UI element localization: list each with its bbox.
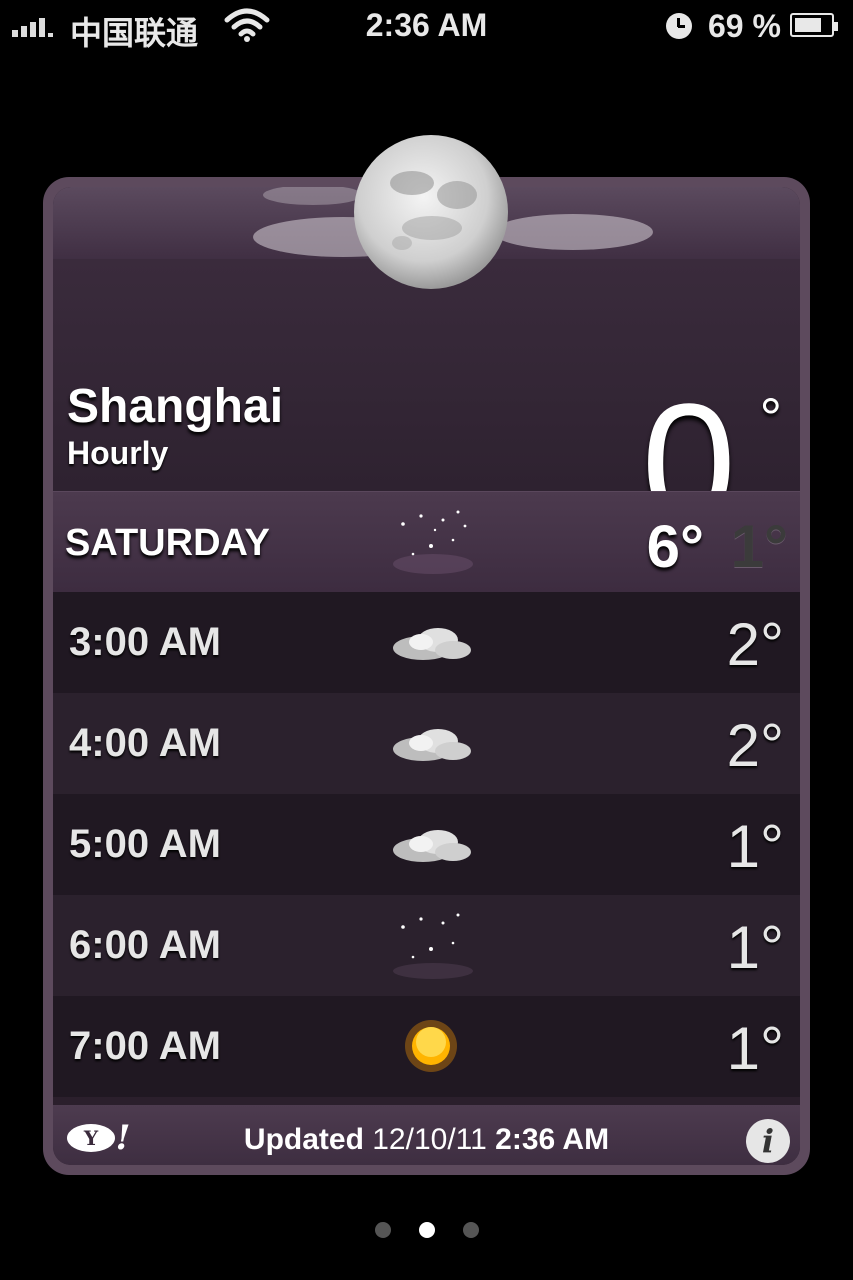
hour-time: 3:00 AM [69,620,221,664]
hour-row: 5:00 AM 1° [53,794,800,895]
updated-label: Updated [243,1123,364,1156]
clear-night-icon [383,909,483,981]
info-button[interactable]: i [746,1119,790,1163]
hour-time: 7:00 AM [69,1024,221,1068]
hour-time: 6:00 AM [69,923,221,967]
day-summary-row: SATURDAY 6° 1° [53,491,800,592]
city-header: Shanghai Hourly 0 ° [53,259,800,549]
sun-icon [383,1010,483,1082]
hour-temp: 1° [726,914,784,981]
page-indicator[interactable] [0,1222,853,1238]
hour-time: 4:00 AM [69,721,221,765]
updated-time: 2:36 AM [495,1123,610,1156]
hour-temp: 2° [726,611,784,678]
page-dot[interactable] [374,1222,391,1238]
degree-symbol: ° [759,386,782,449]
status-bar: 中国联通 2:36 AM 69 % [0,0,853,52]
day-high-temp: 6° [646,513,704,580]
weather-card-body: Shanghai Hourly 0 ° SATURDAY 6° 1° 3:00 … [53,187,800,1165]
forecast-mode-label: Hourly [67,435,169,471]
city-name: Shanghai [67,380,284,433]
page-dot-active[interactable] [418,1222,435,1238]
hour-row: 7:00 AM 1° [53,996,800,1097]
clear-night-icon [383,506,483,578]
alarm-clock-icon [666,13,692,39]
hour-row: 3:00 AM 2° [53,592,800,693]
weather-card[interactable]: Shanghai Hourly 0 ° SATURDAY 6° 1° 3:00 … [43,177,810,1175]
page-dot[interactable] [462,1222,479,1238]
hour-temp: 1° [726,1015,784,1082]
cloudy-icon [383,707,483,779]
moon-icon [352,133,510,291]
hour-row: 4:00 AM 2° [53,693,800,794]
updated-date: 12/10/11 [372,1123,487,1156]
day-low-temp: 1° [730,513,788,580]
battery-icon [790,13,838,37]
cloudy-icon [383,808,483,880]
last-updated: Updated 12/10/11 2:36 AM [53,1123,800,1157]
hour-temp: 2° [726,712,784,779]
hour-row: 6:00 AM 1° [53,895,800,996]
card-footer: Y ! Updated 12/10/11 2:36 AM i [53,1105,800,1165]
day-name: SATURDAY [65,522,270,564]
cloudy-icon [383,606,483,678]
hour-time: 5:00 AM [69,822,221,866]
hour-temp: 1° [726,813,784,880]
battery-percentage: 69 % [708,8,781,44]
